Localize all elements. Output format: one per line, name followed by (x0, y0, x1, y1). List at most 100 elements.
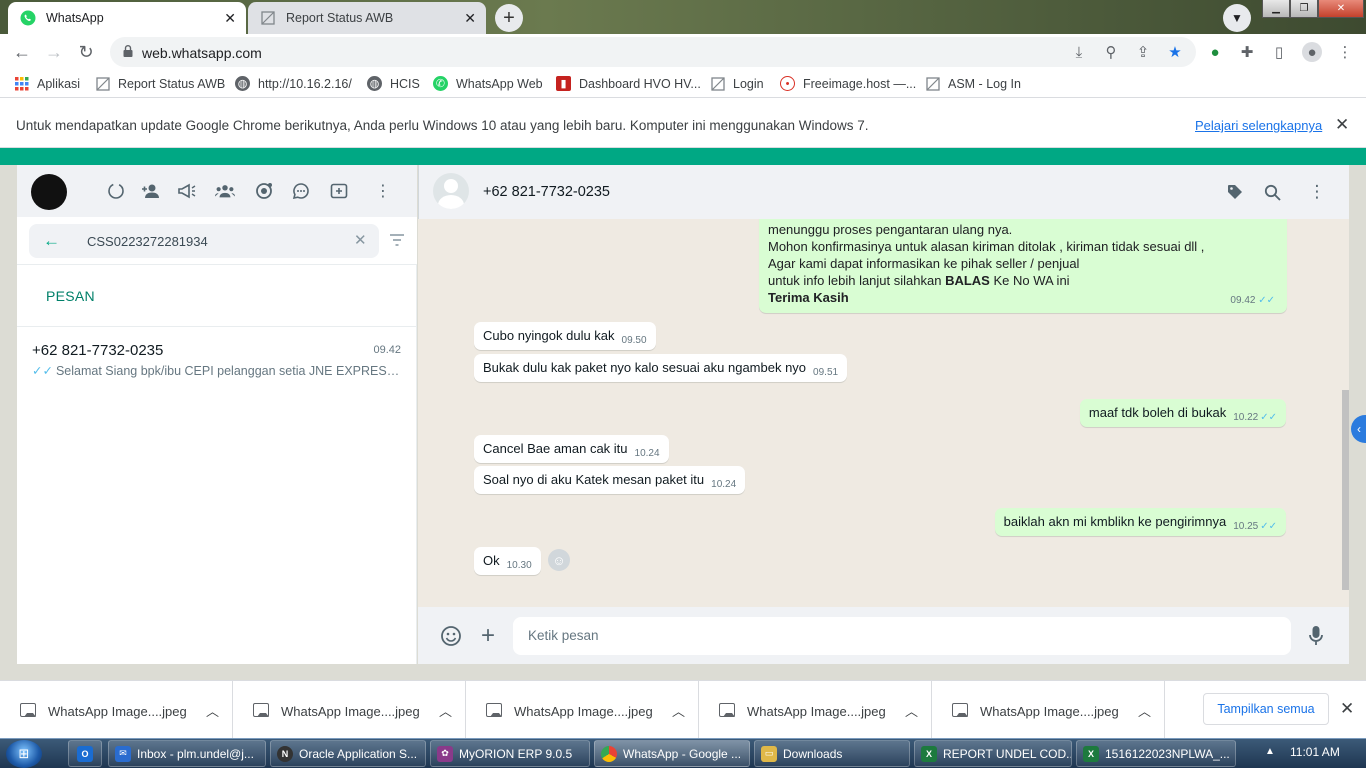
contact-avatar[interactable] (433, 173, 469, 209)
chrome-menu-icon[interactable]: ⋮ (1336, 43, 1354, 61)
channels-icon[interactable] (254, 181, 274, 201)
taskbar-item-myorion[interactable]: ✿ MyORION ERP 9.0.5 (430, 740, 590, 767)
attach-plus-icon[interactable]: + (477, 622, 499, 649)
show-all-downloads-button[interactable]: Tampilkan semua (1203, 693, 1329, 725)
label-tag-icon[interactable] (1225, 182, 1245, 202)
search-icon[interactable] (1262, 182, 1282, 202)
my-profile-avatar[interactable] (31, 174, 67, 210)
outgoing-message-bubble[interactable]: baiklah akn mi kmblikn ke pengirimnya 10.… (994, 508, 1286, 536)
tab-strip: WhatsApp ✕ Report Status AWB ✕ + ▼ ▁ ❐ ✕ (0, 0, 1366, 34)
address-bar[interactable]: web.whatsapp.com ⤓ ⚲ ⇪ ★ (110, 37, 1196, 67)
messages-scrollbar[interactable] (1342, 390, 1349, 590)
outlook-pinned-icon[interactable]: O (68, 740, 102, 767)
folder-icon: ▭ (761, 745, 777, 762)
incoming-message-bubble[interactable]: Cubo nyingok dulu kak 09.50 (474, 322, 656, 350)
zoom-icon[interactable]: ⚲ (1102, 43, 1120, 61)
close-tab-icon[interactable]: ✕ (464, 10, 476, 27)
chat-bubble-icon[interactable] (291, 181, 311, 201)
bookmark-asm-log-in[interactable]: ASM - Log In (925, 76, 1021, 91)
back-icon[interactable]: ← (10, 40, 34, 64)
incoming-message-bubble[interactable]: Ok 10.30 (474, 547, 541, 575)
tab-whatsapp[interactable]: WhatsApp ✕ (8, 2, 246, 34)
close-downloads-icon[interactable]: ✕ (1340, 699, 1354, 719)
taskbar-item-inbox[interactable]: ✉ Inbox - plm.undel@j... (108, 740, 266, 767)
bookmarks-bar: Aplikasi Report Status AWB ◍ http://10.1… (0, 70, 1366, 98)
bookmark-aplikasi[interactable]: Aplikasi (14, 76, 80, 91)
menu-dots-icon[interactable]: ⋮ (373, 181, 393, 201)
add-contact-icon[interactable] (141, 181, 161, 201)
new-tab-button[interactable]: + (495, 4, 523, 32)
download-item[interactable]: WhatsApp Image....jpeg ︿ (699, 681, 932, 739)
new-chat-icon[interactable] (329, 181, 349, 201)
globe-icon: ◍ (235, 76, 250, 91)
taskbar-item-oracle[interactable]: N Oracle Application S... (270, 740, 426, 767)
side-panel-icon[interactable]: ▯ (1270, 43, 1288, 61)
broadcast-megaphone-icon[interactable] (177, 181, 197, 201)
download-item[interactable]: WhatsApp Image....jpeg ︿ (932, 681, 1165, 739)
conversation-header[interactable]: +62 821-7732-0235 ⋮ (418, 165, 1349, 219)
forward-icon[interactable]: → (42, 40, 66, 64)
message-input[interactable]: Ketik pesan (513, 617, 1291, 655)
chat-list-item[interactable]: +62 821-7732-0235 09.42 ✓✓ Selamat Siang … (17, 330, 417, 390)
menu-dots-icon[interactable]: ⋮ (1307, 182, 1327, 202)
bookmark-whatsapp-web[interactable]: ✆ WhatsApp Web (433, 76, 543, 91)
back-arrow-icon[interactable]: ← (43, 231, 60, 251)
filter-icon[interactable] (389, 233, 405, 249)
extensions-puzzle-icon[interactable]: ✚ (1238, 43, 1256, 61)
tab-search-icon[interactable]: ▼ (1223, 4, 1251, 32)
outgoing-message-bubble[interactable]: maaf tdk boleh di bukak 10.22 ✓✓ (1079, 399, 1286, 427)
chevron-up-icon[interactable]: ︿ (905, 701, 918, 720)
tab-report-status-awb[interactable]: Report Status AWB ✕ (248, 2, 486, 34)
taskbar-item-chrome[interactable]: WhatsApp - Google ... (594, 740, 750, 767)
emoji-reaction-icon[interactable]: ☺ (548, 549, 570, 571)
communities-icon[interactable] (215, 181, 235, 201)
reload-icon[interactable]: ↻ (74, 40, 98, 64)
incoming-message-bubble[interactable]: Bukak dulu kak paket nyo kalo sesuai aku… (474, 354, 848, 382)
taskbar-item-downloads[interactable]: ▭ Downloads (754, 740, 910, 767)
install-app-icon[interactable]: ⤓ (1070, 43, 1088, 61)
maximize-button[interactable]: ❐ (1290, 0, 1318, 18)
download-item[interactable]: WhatsApp Image....jpeg ︿ (0, 681, 233, 739)
microphone-icon[interactable] (1305, 625, 1327, 647)
taskbar-item-excel-file[interactable]: X 1516122023NPLWA_... (1076, 740, 1236, 767)
message-time: 10.24 (711, 479, 737, 490)
bookmark-hcis[interactable]: ◍ HCIS (367, 76, 420, 91)
download-item[interactable]: WhatsApp Image....jpeg ︿ (466, 681, 699, 739)
outgoing-message-bubble[interactable]: menunggu proses pengantaran ulang nya. M… (759, 219, 1287, 313)
profile-avatar-icon[interactable]: ● (1302, 42, 1322, 62)
chevron-up-icon[interactable]: ︿ (672, 701, 685, 720)
minimize-button[interactable]: ▁ (1262, 0, 1290, 18)
bookmark-star-icon[interactable]: ★ (1166, 43, 1184, 61)
chevron-up-icon[interactable]: ︿ (1138, 701, 1151, 720)
taskbar-item-report-undel[interactable]: X REPORT UNDEL COD... (914, 740, 1072, 767)
status-icon[interactable] (106, 181, 126, 201)
incoming-message-bubble[interactable]: Cancel Bae aman cak itu 10.24 (474, 435, 669, 463)
tray-expand-icon[interactable]: ▲ (1265, 746, 1275, 757)
bookmark-dashboard-hvo[interactable]: ▮ Dashboard HVO HV... (556, 76, 701, 91)
bookmark-login[interactable]: Login (710, 76, 764, 91)
bookmark-report-status-awb[interactable]: Report Status AWB (95, 76, 225, 91)
close-infobar-icon[interactable]: ✕ (1335, 115, 1349, 135)
double-check-icon: ✓✓ (1260, 521, 1277, 532)
chat-preview: ✓✓ Selamat Siang bpk/ibu CEPI pelanggan s… (32, 364, 402, 378)
search-input[interactable]: ← CSS0223272281934 ✕ (29, 224, 379, 258)
chevron-up-icon[interactable]: ︿ (206, 701, 219, 720)
clear-search-icon[interactable]: ✕ (354, 231, 367, 249)
bookmark-10-16-2-16[interactable]: ◍ http://10.16.2.16/ (235, 76, 352, 91)
broken-page-icon (260, 10, 276, 26)
download-item[interactable]: WhatsApp Image....jpeg ︿ (233, 681, 466, 739)
excel-icon: X (921, 745, 937, 762)
chevron-up-icon[interactable]: ︿ (439, 701, 452, 720)
bookmark-freeimage[interactable]: • Freeimage.host —... (780, 76, 916, 91)
incoming-message-bubble[interactable]: Soal nyo di aku Katek mesan paket itu 10.… (474, 466, 746, 494)
close-tab-icon[interactable]: ✕ (224, 10, 236, 27)
share-icon[interactable]: ⇪ (1134, 43, 1152, 61)
extension-whatsapp-icon[interactable]: ● (1206, 43, 1224, 61)
message-time: 10.24 (634, 448, 660, 459)
learn-more-link[interactable]: Pelajari selengkapnya (1195, 118, 1322, 133)
windows-start-icon[interactable]: ⊞ (6, 740, 42, 768)
freeimage-icon: • (780, 76, 795, 91)
close-window-button[interactable]: ✕ (1318, 0, 1364, 18)
whatsapp-icon (20, 10, 36, 26)
emoji-icon[interactable] (440, 625, 462, 647)
